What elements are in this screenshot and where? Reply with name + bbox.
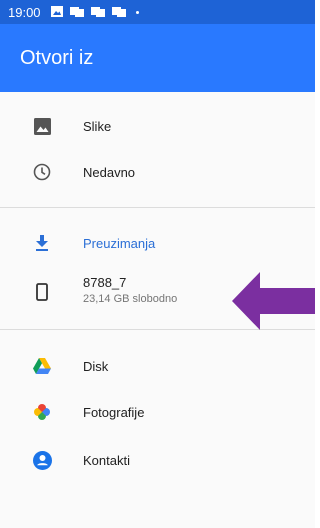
image-icon [32,116,52,136]
status-time: 19:00 [8,4,41,20]
page-title: Otvori iz [20,46,94,69]
drawer-item-label: Kontakti [83,452,130,468]
drawer-item-slike[interactable]: Slike [0,102,315,150]
drawer-item-disk[interactable]: Disk [0,342,315,390]
drawer-item-fotografije[interactable]: Fotografije [0,388,315,436]
notification-icon [90,5,105,20]
app-bar: Otvori iz [0,24,315,92]
storage-name: 8788_7 [83,275,127,290]
drawer-item-kontakti[interactable]: Kontakti [0,436,315,484]
annotation-arrow [232,272,315,330]
drawer-item-label: Preuzimanja [83,235,156,251]
drive-icon [32,356,52,376]
dot-icon [135,10,139,14]
drawer-item-preuzimanja[interactable]: Preuzimanja [0,219,315,267]
drawer-item-nedavno[interactable]: Nedavno [0,148,315,196]
status-bar: 19:00 [0,0,315,24]
phone-icon [32,282,52,302]
section-divider [0,207,315,208]
drawer-item-label: Slike [83,118,112,134]
photos-icon [32,402,52,422]
notification-icon [69,5,84,20]
notification-icon [111,5,126,20]
clock-icon [32,162,52,182]
storage-free-space: 23,14 GB slobodno [83,293,178,305]
download-icon [32,233,52,253]
drawer-item-label: Nedavno [83,164,136,180]
drawer-item-label: Disk [83,358,109,374]
image-icon [50,5,63,20]
contacts-icon [32,450,52,470]
drawer-item-label: Fotografije [83,404,145,420]
